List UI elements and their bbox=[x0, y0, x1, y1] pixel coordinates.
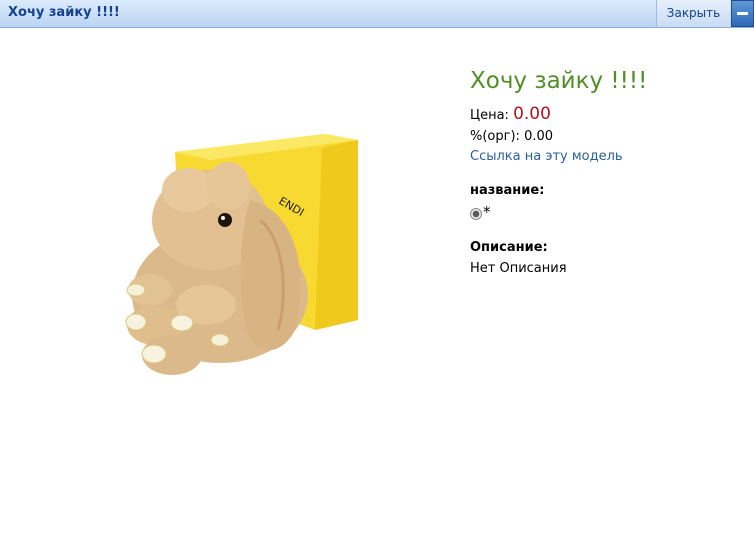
minimize-button[interactable] bbox=[731, 0, 754, 27]
product-title: Хочу зайку !!!! bbox=[470, 68, 648, 94]
window-titlebar: Хочу зайку !!!! Закрыть bbox=[0, 0, 754, 28]
price-value: 0.00 bbox=[513, 104, 551, 124]
price-row: Цена: 0.00 bbox=[470, 104, 551, 124]
org-fee-value: 0.00 bbox=[524, 129, 554, 144]
option-radio[interactable] bbox=[470, 208, 482, 220]
model-link[interactable]: Ссылка на эту модель bbox=[470, 149, 623, 164]
name-heading: название: bbox=[470, 183, 545, 198]
org-fee-label: %(орг): bbox=[470, 129, 520, 144]
description-heading: Описание: bbox=[470, 240, 548, 255]
close-button[interactable]: Закрыть bbox=[656, 0, 730, 27]
org-fee-row: %(орг): 0.00 bbox=[470, 129, 553, 144]
window-title: Хочу зайку !!!! bbox=[8, 5, 120, 20]
price-label: Цена: bbox=[470, 108, 509, 123]
option-label: * bbox=[483, 203, 491, 221]
description-text: Нет Описания bbox=[470, 261, 567, 276]
minimize-icon bbox=[737, 12, 748, 15]
image-border bbox=[110, 130, 360, 402]
